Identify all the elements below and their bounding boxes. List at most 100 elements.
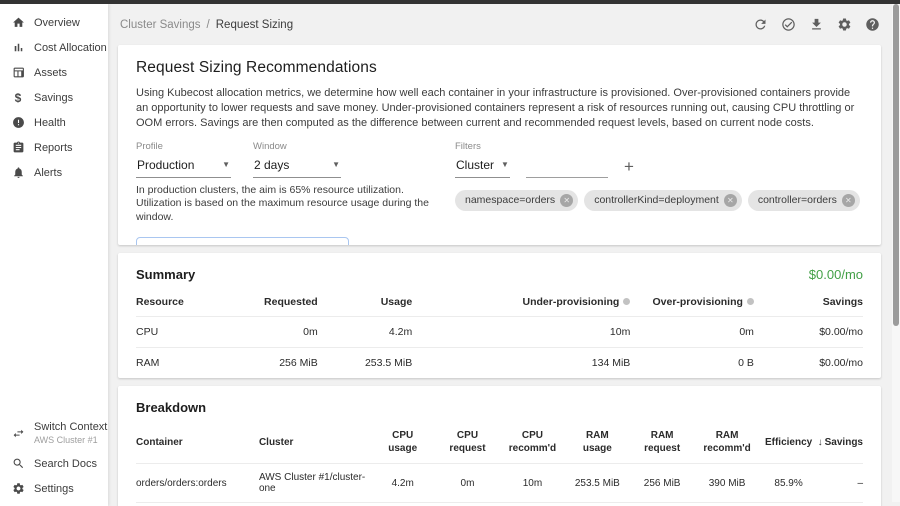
sidebar-item-health[interactable]: Health	[0, 110, 108, 135]
filter-chip[interactable]: controller=orders ✕	[748, 190, 860, 211]
summary-title: Summary	[136, 267, 195, 282]
profile-label: Profile	[136, 141, 231, 152]
savings-cell: $0.00/mo	[754, 317, 863, 348]
filters-label: Filters	[455, 141, 860, 152]
filter-type-select[interactable]: Cluster ▼	[455, 154, 510, 178]
info-icon[interactable]	[747, 298, 754, 305]
column-header-cluster: Cluster	[259, 421, 370, 464]
requested-cell: 256 MiB	[245, 348, 318, 379]
sidebar-item-reports[interactable]: Reports	[0, 135, 108, 160]
gear-icon[interactable]	[837, 17, 852, 32]
summary-table: Resource Requested Usage Under-provision…	[136, 288, 863, 378]
under-provisioning-cell: 134 MiB	[412, 348, 630, 379]
under-provisioning-cell: 10m	[412, 317, 630, 348]
breakdown-header-row: Container Cluster CPUusage CPUrequest CP…	[136, 421, 863, 464]
profile-select[interactable]: Production ▼	[136, 154, 231, 178]
close-icon[interactable]: ✕	[560, 194, 573, 207]
column-header-requested: Requested	[245, 288, 318, 317]
current-cluster-label: AWS Cluster #1	[34, 435, 107, 445]
ram-request-cell: 256 MiB	[630, 464, 695, 503]
resource-cell: RAM	[136, 348, 245, 379]
page-title: Request Sizing Recommendations	[136, 59, 863, 77]
over-provisioning-cell: 0m	[630, 317, 754, 348]
table-grid-icon	[11, 66, 25, 80]
table-row	[136, 503, 863, 506]
row-savings-cell: –	[818, 464, 863, 503]
info-icon[interactable]	[623, 298, 630, 305]
page-description: Using Kubecost allocation metrics, we de…	[136, 86, 863, 132]
window-value: 2 days	[254, 158, 289, 172]
scrollbar[interactable]	[892, 0, 900, 502]
table-row: CPU 0m 4.2m 10m 0m $0.00/mo	[136, 317, 863, 348]
filter-value-input[interactable]	[526, 158, 608, 178]
add-filter-icon[interactable]: +	[624, 158, 634, 178]
request-sizing-card: Request Sizing Recommendations Using Kub…	[118, 45, 881, 245]
column-header-cpu-recommended[interactable]: CPUrecomm'd	[500, 421, 565, 464]
filter-chips: namespace=orders ✕ controllerKind=deploy…	[455, 190, 860, 211]
column-header-efficiency[interactable]: Efficiency	[760, 421, 818, 464]
refresh-icon[interactable]	[753, 17, 768, 32]
column-header-savings: Savings	[754, 288, 863, 317]
sidebar-item-label: Settings	[34, 483, 74, 495]
ram-recommended-cell: 390 MiB	[695, 464, 760, 503]
sidebar-item-cost-allocation[interactable]: Cost Allocation	[0, 35, 108, 60]
breadcrumb: Cluster Savings / Request Sizing	[120, 19, 293, 31]
sidebar-item-assets[interactable]: Assets	[0, 60, 108, 85]
download-icon[interactable]	[809, 17, 824, 32]
page-topbar: Cluster Savings / Request Sizing	[108, 4, 900, 45]
requested-cell: 0m	[245, 317, 318, 348]
close-icon[interactable]: ✕	[724, 194, 737, 207]
sidebar-item-switch-context[interactable]: Switch Context AWS Cluster #1	[0, 415, 108, 451]
column-header-ram-recommended[interactable]: RAMrecomm'd	[695, 421, 760, 464]
sidebar: Overview Cost Allocation Assets $ Saving…	[0, 4, 108, 506]
usage-cell: 253.5 MiB	[318, 348, 413, 379]
filter-chip[interactable]: controllerKind=deployment ✕	[584, 190, 742, 211]
switch-context-label: Switch Context	[34, 421, 107, 433]
filter-chip[interactable]: namespace=orders ✕	[455, 190, 578, 211]
table-row: orders/orders:orders AWS Cluster #1/clus…	[136, 464, 863, 503]
window-top-strip	[0, 0, 900, 4]
check-circle-icon[interactable]	[781, 17, 796, 32]
sidebar-item-label: Health	[34, 117, 66, 129]
sidebar-nav: Overview Cost Allocation Assets $ Saving…	[0, 4, 108, 185]
breadcrumb-parent[interactable]: Cluster Savings	[120, 19, 201, 31]
window-select[interactable]: 2 days ▼	[253, 154, 341, 178]
profile-value: Production	[137, 158, 194, 172]
setup-auto-recommendations-button[interactable]: SETUP AUTO RECOMMENDATIONS	[136, 237, 349, 245]
cpu-recommended-cell: 10m	[500, 464, 565, 503]
chip-label: controller=orders	[758, 194, 837, 206]
chip-label: namespace=orders	[465, 194, 555, 206]
topbar-actions	[753, 17, 880, 32]
savings-cell: $0.00/mo	[754, 348, 863, 379]
over-provisioning-cell: 0 B	[630, 348, 754, 379]
efficiency-cell: 85.9%	[760, 464, 818, 503]
column-header-cpu-request[interactable]: CPUrequest	[435, 421, 500, 464]
window-select-field: Window 2 days ▼	[253, 141, 341, 178]
column-header-container: Container	[136, 421, 259, 464]
help-icon[interactable]	[865, 17, 880, 32]
controls-row: Profile Production ▼ Window 2 days ▼	[136, 141, 863, 226]
column-header-cpu-usage[interactable]: CPUusage	[370, 421, 435, 464]
sidebar-item-search-docs[interactable]: Search Docs	[0, 451, 108, 476]
sidebar-item-savings[interactable]: $ Savings	[0, 85, 108, 110]
sidebar-item-settings[interactable]: Settings	[0, 476, 108, 501]
column-header-usage: Usage	[318, 288, 413, 317]
column-header-under-provisioning: Under-provisioning	[412, 288, 630, 317]
sidebar-item-label: Alerts	[34, 167, 62, 179]
column-header-ram-request[interactable]: RAMrequest	[630, 421, 695, 464]
sidebar-item-alerts[interactable]: Alerts	[0, 160, 108, 185]
container-cell: orders/orders:orders	[136, 464, 259, 503]
breakdown-title: Breakdown	[136, 400, 206, 415]
column-header-savings-sort[interactable]: ↓Savings	[818, 421, 863, 464]
sidebar-item-label: Assets	[34, 67, 67, 79]
column-header-ram-usage[interactable]: RAMusage	[565, 421, 630, 464]
column-header-resource: Resource	[136, 288, 245, 317]
column-header-over-provisioning: Over-provisioning	[630, 288, 754, 317]
sidebar-item-overview[interactable]: Overview	[0, 10, 108, 35]
close-icon[interactable]: ✕	[842, 194, 855, 207]
scrollbar-thumb[interactable]	[893, 4, 899, 326]
bell-icon	[11, 166, 25, 180]
resource-cell: CPU	[136, 317, 245, 348]
filters-section: Filters Cluster ▼ + namespace=orders ✕	[455, 141, 860, 226]
cpu-usage-cell: 4.2m	[370, 464, 435, 503]
